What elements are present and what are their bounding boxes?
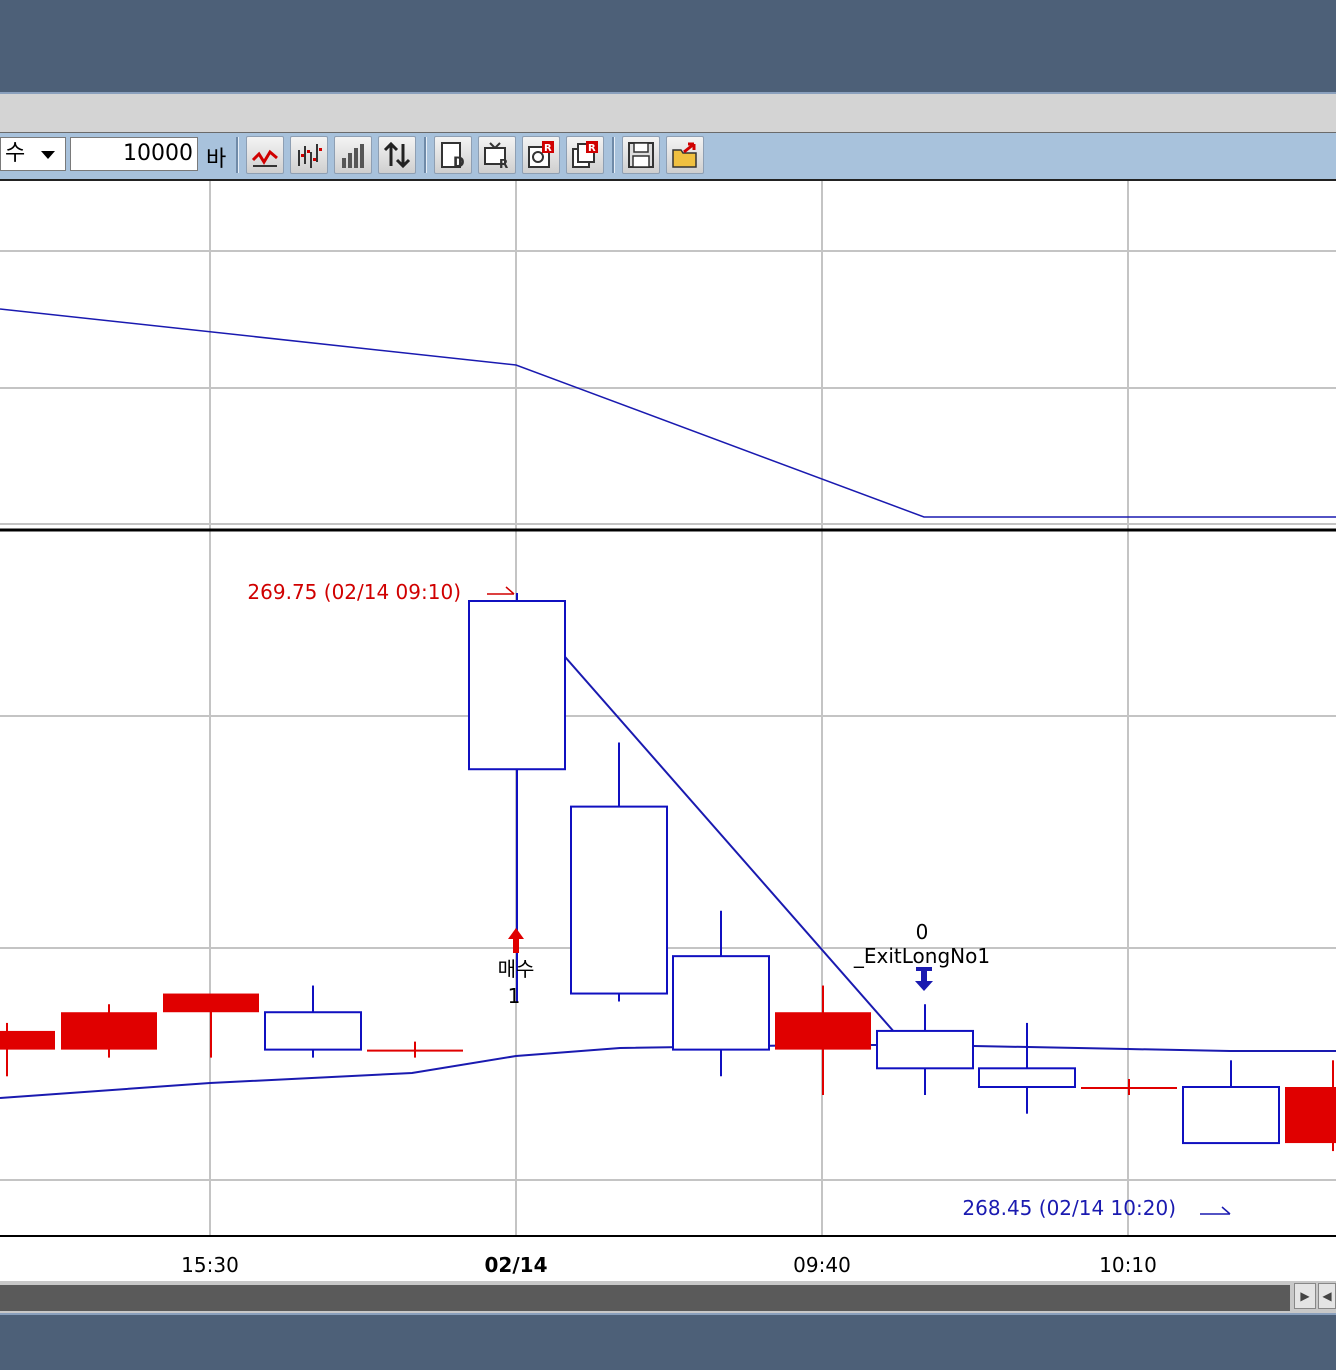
high-pointer-icon	[487, 586, 515, 595]
document-d-icon: D	[441, 142, 465, 170]
bar-chart-button[interactable]	[290, 136, 328, 174]
chart-grid	[0, 181, 1336, 1236]
x-tick-label: 15:30	[181, 1253, 239, 1277]
low-price-label: 268.45 (02/14 10:20)	[962, 1196, 1176, 1220]
exit-signal-label: _ExitLongNo1	[853, 944, 990, 968]
buy-signal-label: 매수	[498, 957, 535, 981]
svg-text:R: R	[499, 157, 508, 170]
scroll-overview[interactable]	[0, 1285, 1290, 1311]
window-title-area	[0, 0, 1336, 92]
exit-signal-qty: 0	[916, 920, 929, 944]
exit-arrow-icon	[915, 967, 933, 991]
moving-average-line	[0, 1044, 1336, 1099]
svg-text:R: R	[588, 143, 596, 154]
candle-body	[1182, 1086, 1280, 1145]
sort-button[interactable]	[378, 136, 416, 174]
candle-body	[672, 955, 770, 1051]
toolbar-separator	[612, 137, 615, 173]
x-tick-label: 09:40	[793, 1253, 851, 1277]
toolbar-separator	[424, 137, 427, 173]
candle-body	[876, 1029, 974, 1070]
copy-r-icon: R	[572, 141, 598, 168]
ohlc-bars-icon	[298, 144, 322, 168]
open-folder-button[interactable]	[666, 136, 704, 174]
indicator-line-upper	[0, 308, 1336, 518]
exit-signal[interactable]: 0 _ExitLongNo1	[853, 920, 990, 991]
toolbar-separator	[236, 137, 239, 173]
candle-body	[570, 805, 668, 995]
copy-r-button[interactable]: R	[566, 136, 604, 174]
open-folder-icon	[672, 142, 697, 168]
tv-r-icon: R	[484, 142, 508, 170]
chart-type-value: 수	[5, 141, 26, 166]
candles	[0, 593, 1336, 1152]
bar-count-input[interactable]: 10000	[70, 137, 198, 171]
svg-text:R: R	[544, 143, 552, 154]
save-button[interactable]	[622, 136, 660, 174]
gear-r-icon: R	[528, 141, 554, 168]
scroll-right-icon[interactable]: ▶	[1294, 1283, 1316, 1309]
candle-body	[775, 1012, 871, 1050]
candle-body	[978, 1067, 1076, 1088]
svg-text:D: D	[453, 155, 465, 170]
floppy-disk-icon	[628, 142, 654, 168]
bar-count-unit: 바	[206, 147, 227, 172]
document-d-button[interactable]: D	[434, 136, 472, 174]
line-chart-icon	[251, 149, 278, 167]
scroll-left-icon[interactable]: ◀	[1318, 1283, 1336, 1309]
low-pointer-icon	[1200, 1206, 1231, 1215]
chart-panel[interactable]: 매수 1 0 _ExitLongNo1 269.75 (02/14 09:10)…	[0, 181, 1336, 1281]
x-axis-labels: 15:30 02/14 09:40 10:10	[181, 1253, 1157, 1277]
volume-chart-button[interactable]	[334, 136, 372, 174]
low-annotation: 268.45 (02/14 10:20)	[962, 1196, 1231, 1220]
x-tick-label: 02/14	[485, 1253, 548, 1277]
chart-type-select[interactable]: 수	[0, 137, 66, 171]
candle-body	[468, 600, 566, 771]
candle-body	[61, 1012, 157, 1050]
buy-signal[interactable]: 매수 1	[498, 928, 535, 1008]
candle-body	[264, 1011, 362, 1051]
chevron-down-icon[interactable]	[41, 151, 55, 159]
candle-body	[1081, 1087, 1177, 1089]
tab-strip	[0, 94, 1336, 133]
chart-scrollbar[interactable]: ▶ ◀	[0, 1281, 1336, 1313]
high-price-label: 269.75 (02/14 09:10)	[247, 580, 461, 604]
candle-body	[163, 993, 259, 1013]
status-area	[0, 1313, 1336, 1370]
tv-r-button[interactable]: R	[478, 136, 516, 174]
buy-arrow-icon	[508, 928, 524, 953]
indicator-button[interactable]	[246, 136, 284, 174]
candle-body	[1285, 1087, 1336, 1144]
up-down-arrows-icon	[383, 141, 411, 169]
candle-body	[0, 1030, 55, 1050]
gear-r-button[interactable]: R	[522, 136, 560, 174]
candle-body	[367, 1049, 463, 1052]
x-tick-label: 10:10	[1099, 1253, 1157, 1277]
price-chart[interactable]: 매수 1 0 _ExitLongNo1 269.75 (02/14 09:10)…	[0, 181, 1336, 1281]
volume-bars-icon	[342, 144, 364, 168]
buy-signal-qty: 1	[508, 984, 521, 1008]
chart-toolbar: 수 10000 바 D R R R	[0, 133, 1336, 181]
